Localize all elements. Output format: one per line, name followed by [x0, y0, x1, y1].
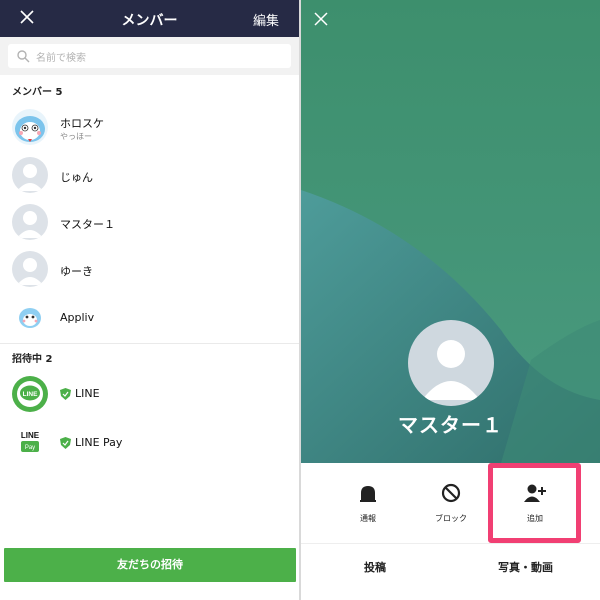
action-label: ブロック [435, 514, 467, 523]
shield-icon [60, 388, 71, 400]
shield-icon [60, 437, 71, 449]
search-icon [17, 50, 30, 63]
list-item[interactable]: じゅん [0, 152, 299, 199]
avatar [12, 157, 48, 193]
default-user-icon [17, 258, 43, 285]
block-button[interactable]: ブロック [411, 483, 491, 524]
default-user-icon [17, 164, 43, 191]
invited-name: LINE Pay [60, 436, 122, 449]
list-item[interactable]: ゆーき [0, 246, 299, 293]
line-logo-icon: LINE [17, 381, 43, 407]
search-placeholder: 名前で検索 [36, 53, 86, 64]
search-area: 名前で検索 [0, 37, 299, 75]
search-input[interactable]: 名前で検索 [8, 44, 291, 68]
report-icon [360, 486, 376, 502]
owl-avatar [12, 109, 48, 145]
invited-section-header: 招待中 2 [12, 354, 53, 365]
tab-posts[interactable]: 投稿 [364, 559, 386, 575]
profile-panel: マスター１ 通報 ブロック 追加 投稿 写真・動画 [301, 0, 600, 600]
edit-button[interactable]: 編集 [253, 10, 279, 29]
svg-text:Pay: Pay [25, 445, 35, 451]
avatar [12, 251, 48, 287]
invited-label: LINE Pay [75, 436, 123, 449]
avatar [12, 204, 48, 240]
member-name: ゆーき [60, 265, 93, 278]
invited-label: LINE [75, 387, 100, 400]
line-avatar: LINE [12, 376, 48, 412]
svg-text:LINE: LINE [23, 391, 38, 398]
member-name: Appliv [60, 311, 95, 324]
member-name: ホロスケ [60, 117, 104, 130]
default-user-icon [422, 340, 480, 400]
member-name: マスター１ [60, 218, 115, 231]
profile-name: マスター１ [398, 413, 503, 437]
member-list-panel: メンバー 編集 名前で検索 メンバー 5 ホロスケ やっほー じゅん マスター１… [0, 0, 299, 600]
avatar [12, 300, 48, 336]
member-status: やっほー [60, 132, 92, 141]
invited-name: LINE [60, 387, 100, 400]
invite-friends-button[interactable]: 友だちの招待 [4, 548, 296, 582]
action-label: 通報 [360, 514, 376, 523]
owl-small-icon [19, 308, 41, 328]
report-button[interactable]: 通報 [328, 483, 408, 524]
profile-tabs: 投稿 写真・動画 [301, 543, 600, 600]
default-user-icon [17, 211, 43, 238]
list-item[interactable]: LINE LINE [0, 370, 299, 419]
close-icon[interactable] [313, 11, 329, 27]
list-item[interactable]: ホロスケ やっほー [0, 103, 299, 152]
action-bar: 通報 ブロック 追加 [301, 463, 600, 543]
owl-character-icon [15, 116, 45, 142]
line-pay-logo-icon: LINE Pay [21, 431, 40, 452]
highlight-box [488, 463, 581, 543]
tab-photos-videos[interactable]: 写真・動画 [498, 559, 553, 575]
header-bar: メンバー 編集 [0, 0, 299, 37]
profile-avatar [408, 320, 494, 406]
block-icon [441, 483, 461, 503]
list-item[interactable]: LINE Pay LINE Pay [0, 419, 299, 466]
list-item[interactable]: Appliv [0, 293, 299, 343]
members-section-header: メンバー 5 [12, 87, 63, 98]
list-item[interactable]: マスター１ [0, 199, 299, 246]
member-name: じゅん [60, 171, 93, 184]
line-pay-avatar: LINE Pay [12, 424, 48, 460]
svg-text:LINE: LINE [21, 431, 40, 440]
